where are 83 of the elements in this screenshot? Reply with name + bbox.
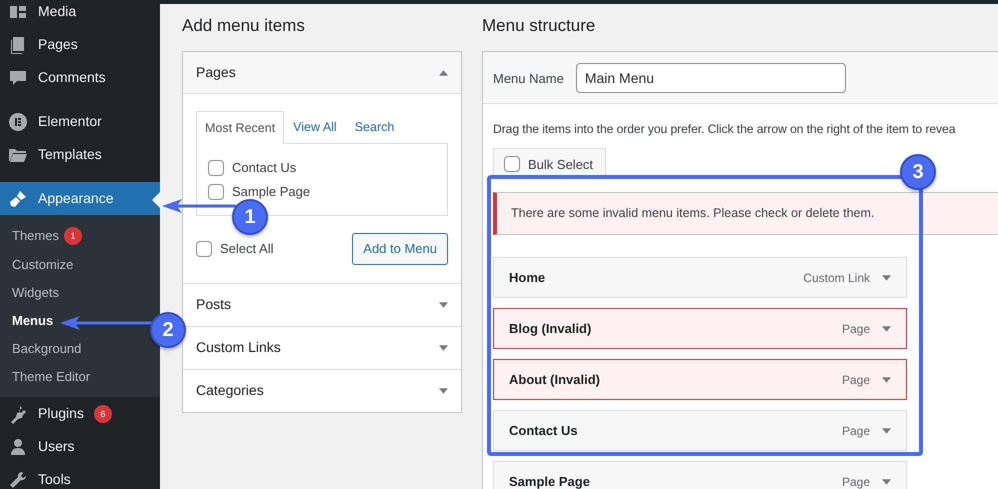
paintbrush-icon [8, 188, 28, 208]
submenu-item[interactable]: Customize [0, 250, 76, 278]
sidebar-item[interactable]: Comments [0, 61, 160, 94]
tab[interactable]: View All [284, 111, 346, 144]
submenu-item-label: Widgets [12, 284, 59, 302]
expand-arrow-icon[interactable] [882, 478, 891, 485]
circle-logo-icon [8, 112, 28, 132]
menu-item-row[interactable]: About (Invalid) Page [493, 359, 907, 400]
count-badge: 6 [94, 404, 112, 423]
sidebar-item-label: Users [38, 437, 75, 456]
expand-arrow-icon[interactable] [882, 274, 891, 281]
submenu-item-label: Theme Editor [12, 368, 90, 386]
sidebar-item-label: Templates [38, 145, 102, 164]
sidebar-item[interactable]: Tools [0, 463, 160, 489]
section-heading: Menu structure [482, 16, 596, 36]
sidebar-item[interactable]: Elementor [0, 105, 160, 138]
submenu-item-label: Menus [12, 312, 54, 330]
submenu-item[interactable]: Themes 1 [0, 222, 84, 250]
accordion-title: Pages [196, 63, 236, 82]
expand-arrow-icon[interactable] [882, 326, 891, 332]
tab[interactable]: Most Recent [196, 111, 284, 144]
expand-arrow-icon[interactable] [882, 428, 891, 434]
menu-item-row[interactable]: Home Custom Link [493, 257, 907, 298]
menu-item-row[interactable]: Sample Page Page [493, 461, 907, 489]
expand-arrow-icon[interactable] [439, 388, 448, 394]
count-badge: 1 [64, 227, 82, 246]
sidebar-item[interactable]: Media [0, 0, 160, 28]
submenu-item-label: Background [12, 340, 82, 358]
menu-item-type: Page [842, 372, 870, 389]
menu-item-row[interactable]: Contact Us Page [493, 410, 907, 452]
accordion-title: Categories [196, 381, 264, 400]
menu-item-title: Sample Page [509, 472, 590, 489]
menu-item-title: Blog (Invalid) [509, 320, 592, 338]
tab[interactable]: Search [346, 111, 404, 144]
sidebar-item-label: Media [38, 2, 76, 21]
accordion-title: Posts [196, 295, 232, 314]
person-icon [8, 436, 28, 457]
expand-arrow-icon[interactable] [439, 344, 448, 351]
sidebar-item-label: Tools [38, 470, 71, 489]
accordion-header[interactable]: Pages [183, 52, 461, 94]
menu-name-field[interactable]: Main Menu [576, 63, 846, 94]
expand-arrow-icon[interactable] [439, 302, 448, 308]
sidebar-item-label: Appearance [38, 189, 114, 208]
sidebar-item[interactable]: Templates [0, 138, 160, 171]
error-notice: There are some invalid menu items. Please check or delete them. [493, 192, 998, 236]
submenu-item-label: Themes [12, 227, 59, 246]
expand-arrow-icon[interactable] [882, 376, 891, 383]
submenu-item[interactable]: Menus [0, 306, 56, 335]
checkbox-label: Select All [220, 240, 274, 258]
checkbox[interactable] [208, 184, 224, 200]
menu-item-title: Home [509, 268, 546, 287]
menu-item-title: About (Invalid) [509, 370, 600, 389]
menu-item-type: Page [842, 474, 870, 489]
sidebar-item[interactable]: Appearance [0, 182, 160, 215]
sidebar-item-label: Plugins [38, 404, 84, 424]
accordion-title: Custom Links [196, 338, 281, 358]
checkbox[interactable] [208, 160, 224, 176]
checkbox-label: Sample Page [232, 183, 310, 202]
add-to-menu-button[interactable]: Add to Menu [352, 233, 448, 265]
field-label: Menu Name [493, 70, 564, 88]
submenu-item[interactable]: Theme Editor [0, 362, 92, 392]
submenu-item[interactable]: Background [0, 334, 84, 363]
checkbox-label: Contact Us [232, 159, 296, 178]
menu-item-type: Page [842, 320, 870, 338]
wrench-icon [8, 470, 28, 489]
menu-item-row[interactable]: Blog (Invalid) Page [493, 308, 907, 350]
collapse-arrow-icon[interactable] [439, 70, 448, 76]
sidebar-item[interactable]: Pages [0, 28, 160, 61]
sidebar-item[interactable]: Plugins 6 [0, 397, 160, 430]
submenu-item-label: Customize [12, 256, 74, 274]
sidebar-item-label: Comments [38, 68, 106, 87]
submenu-item[interactable]: Widgets [0, 278, 61, 307]
checkbox-label: Bulk Select [528, 156, 594, 174]
section-heading: Add menu items [182, 16, 306, 36]
instructions-text: Drag the items into the order you prefer. Click the arrow on the right of the item to revea [493, 121, 956, 138]
sidebar-item[interactable]: Users [0, 430, 160, 464]
sidebar-item-label: Pages [38, 35, 78, 54]
menu-item-type: Custom Link [803, 270, 870, 287]
checkbox[interactable] [196, 240, 212, 257]
menu-item-title: Contact Us [509, 422, 578, 440]
menu-item-type: Page [842, 422, 870, 440]
checkbox[interactable] [504, 156, 520, 172]
sidebar-item-label: Elementor [38, 112, 102, 131]
